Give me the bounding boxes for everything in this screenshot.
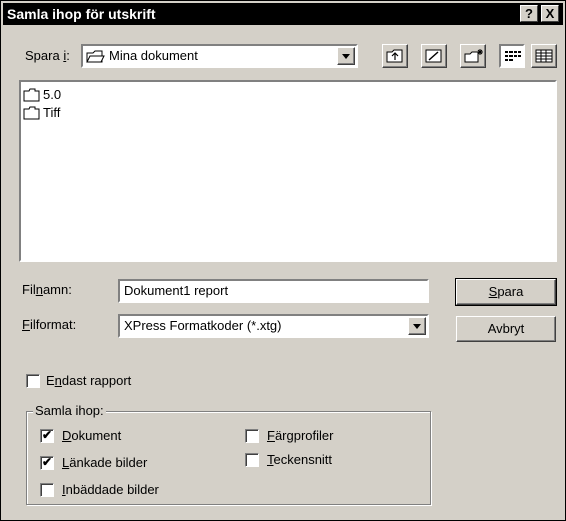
fonts-checkbox[interactable] [245,453,259,467]
chevron-down-icon[interactable] [337,47,355,65]
cancel-button[interactable]: Avbryt [456,316,556,342]
save-in-dropdown[interactable]: Mina dokument [81,44,358,68]
collect-group-legend: Samla ihop: [33,403,106,418]
save-button[interactable]: Spara [455,278,557,306]
embedded-images-label[interactable]: Inbäddade bilder [62,482,159,497]
save-in-value: Mina dokument [109,48,198,63]
linked-images-label[interactable]: Länkade bilder [62,455,147,470]
up-folder-button[interactable] [382,44,408,68]
new-folder-icon [464,49,483,63]
report-only-checkbox[interactable] [26,374,40,388]
filename-field[interactable]: Dokument1 report [118,279,429,303]
documents-label[interactable]: Dokument [62,428,121,443]
mydocs-folder-icon [86,50,105,63]
folder-icon [23,106,40,120]
help-button[interactable]: ? [520,5,538,22]
list-view-icon [505,51,521,61]
folder-icon [23,88,40,102]
desktop-button[interactable] [421,44,447,68]
color-profiles-checkbox[interactable] [245,429,259,443]
documents-checkbox[interactable]: ✔ [40,428,54,443]
fileformat-label: Filformat: [22,317,77,332]
up-folder-icon [386,49,403,63]
list-view-button[interactable] [499,44,525,68]
embedded-images-checkbox[interactable] [40,483,54,497]
report-only-label[interactable]: Endast rapport [46,373,131,388]
save-dialog: Samla ihop för utskrift ? X Spara i: Min… [0,0,566,521]
filename-label: Filnamn: [22,282,72,297]
desktop-icon [425,49,442,63]
fonts-label[interactable]: Teckensnitt [267,452,332,467]
check-icon: ✔ [42,455,53,469]
window-title: Samla ihop för utskrift [7,6,156,22]
details-view-button[interactable] [531,44,557,68]
new-folder-button[interactable] [460,44,486,68]
details-view-icon [535,49,553,63]
fileformat-value: XPress Formatkoder (*.xtg) [124,318,282,333]
chevron-down-icon[interactable] [408,317,426,335]
file-list[interactable]: 5.0 Tiff [19,80,557,262]
save-in-label: Spara i: [25,48,70,63]
title-bar: Samla ihop för utskrift ? X [3,3,563,25]
check-icon: ✔ [42,428,53,442]
color-profiles-label[interactable]: Färgprofiler [267,428,333,443]
linked-images-checkbox[interactable]: ✔ [40,455,54,470]
close-button[interactable]: X [541,5,559,22]
fileformat-dropdown[interactable]: XPress Formatkoder (*.xtg) [118,314,429,338]
